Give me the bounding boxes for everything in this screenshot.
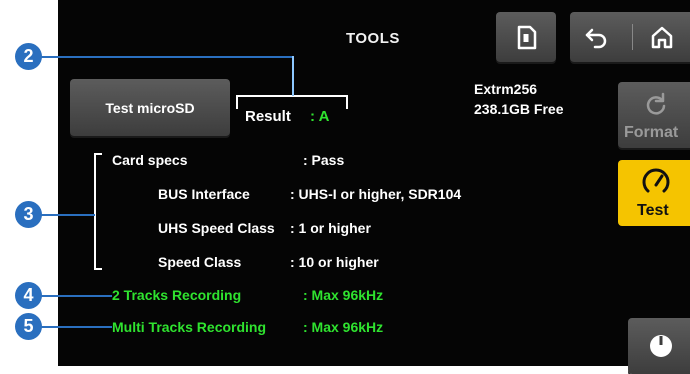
bus-interface-value: : UHS-I or higher, SDR104 [290, 186, 462, 202]
speed-class-value: : 10 or higher [290, 254, 379, 270]
format-button[interactable]: Format [618, 82, 690, 148]
test-tab-label: Test [637, 202, 669, 219]
callout-5-line [40, 326, 112, 328]
test-microsd-button[interactable]: Test microSD [70, 79, 230, 136]
card-free-space: 238.1GB Free [474, 101, 564, 117]
two-tracks-value: : Max 96kHz [303, 287, 384, 303]
callout-3-line [40, 214, 95, 216]
result-bracket-left [236, 95, 238, 109]
power-icon [650, 335, 672, 357]
multi-tracks-label: Multi Tracks Recording [112, 319, 267, 335]
multi-tracks-value: : Max 96kHz [303, 319, 384, 335]
back-button[interactable] [570, 12, 625, 62]
uhs-speed-class-label: UHS Speed Class [158, 220, 275, 236]
home-icon [651, 26, 673, 49]
callout-2-drop [292, 56, 294, 96]
callout-2-line [40, 56, 294, 58]
result-bracket-right [346, 95, 348, 109]
test-tab-button[interactable]: Test [618, 160, 690, 226]
specs-bracket-top [94, 153, 102, 155]
refresh-icon [646, 92, 666, 115]
sd-card-icon [517, 25, 537, 50]
format-label: Format [624, 124, 679, 141]
specs-bracket-left [94, 153, 96, 270]
speedometer-icon [642, 168, 670, 193]
nav-button-group [570, 12, 690, 62]
home-button[interactable] [640, 12, 690, 62]
sd-card-button[interactable] [496, 12, 556, 62]
two-tracks-label: 2 Tracks Recording [112, 287, 242, 303]
card-name: Extrm256 [474, 81, 538, 97]
card-specs-label: Card specs [112, 152, 188, 168]
callout-3: 3 [15, 201, 42, 228]
back-icon [585, 28, 607, 49]
callout-4-line [40, 295, 112, 297]
speed-class-label: Speed Class [158, 254, 242, 270]
result-label: Result [245, 108, 291, 125]
card-specs-value: : Pass [303, 152, 345, 168]
page-title: TOOLS [346, 30, 400, 47]
bus-interface-label: BUS Interface [158, 186, 250, 202]
specs-bracket-bottom [94, 268, 102, 270]
test-microsd-label: Test microSD [105, 99, 195, 116]
uhs-speed-class-value: : 1 or higher [290, 220, 371, 236]
callout-5: 5 [15, 313, 42, 340]
callout-4: 4 [15, 282, 42, 309]
divider [632, 24, 633, 50]
result-value: : A [310, 108, 330, 125]
callout-2: 2 [15, 43, 42, 70]
